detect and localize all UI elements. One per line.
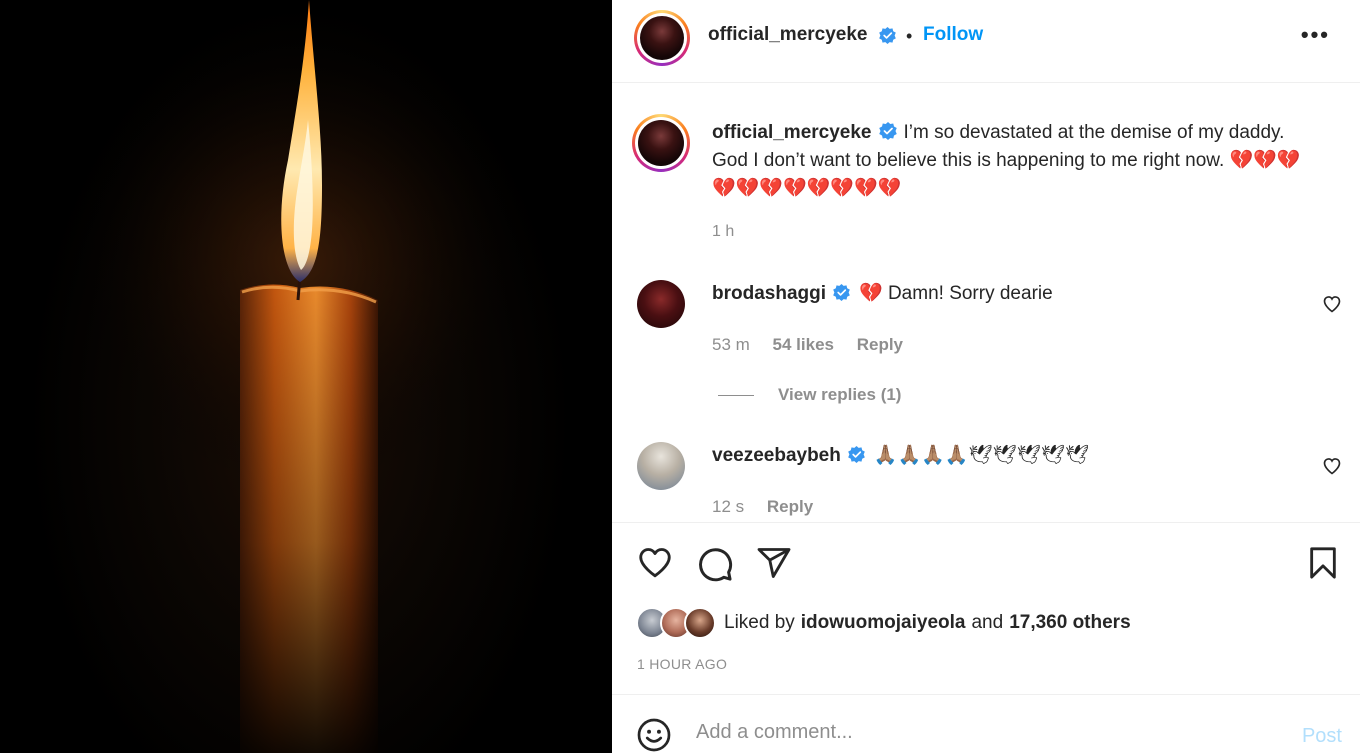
paper-plane-icon[interactable] [756,545,792,581]
post-actions: Liked by idowuomojaiyeola and 17,360 oth… [612,522,1360,694]
comment-likes-count[interactable]: 54 likes [773,335,834,354]
verified-badge-icon [878,122,897,140]
smiley-icon[interactable] [636,717,672,753]
heart-icon[interactable] [636,545,674,581]
liked-by-user[interactable]: idowuomojaiyeola [801,612,966,634]
view-replies-divider [718,395,754,397]
liked-by-prefix: Liked by [724,612,795,633]
caption-timestamp: 1 h [712,223,735,240]
post-timestamp[interactable]: 1 HOUR AGO [637,656,727,672]
commenter-avatar[interactable] [637,280,685,328]
comment-reply-button[interactable]: Reply [857,335,903,354]
post-detail-panel: official_mercyeke • Follow ••• official_… [612,0,1360,753]
comment-text: 🙏🏽🙏🏽🙏🏽🙏🏽🕊🕊🕊🕊🕊 [873,445,1090,466]
header-separator: • [906,26,913,46]
caption-author-avatar[interactable] [632,114,690,172]
follow-button[interactable]: Follow [923,24,983,46]
author-avatar[interactable] [634,10,690,66]
verified-badge-icon [833,283,850,302]
more-options-icon[interactable]: ••• [1301,22,1330,48]
comment-time: 53 m [712,335,750,354]
comment-time: 12 s [712,497,745,516]
liked-by-summary: Liked by idowuomojaiyeola and 17,360 oth… [636,607,1131,639]
add-comment-bar: Post [612,694,1360,753]
post-caption: official_mercyeke I’m so devastated at t… [712,119,1322,203]
comment-body: veezeebaybeh 🙏🏽🙏🏽🙏🏽🙏🏽🕊🕊🕊🕊🕊 [712,442,1089,470]
post-comment-button[interactable]: Post [1302,725,1342,748]
comment-meta: 53 m 54 likes Reply [712,335,921,355]
liker-avatar [684,607,716,639]
commenter-avatar[interactable] [637,442,685,490]
comment-meta: 12 s Reply [712,497,831,517]
author-username[interactable]: official_mercyeke [708,24,868,45]
verified-badge-icon [879,27,896,45]
comment-like-heart-icon[interactable] [1322,294,1342,314]
comment-reply-button[interactable]: Reply [767,497,813,516]
comment-input[interactable] [696,717,1256,747]
post-image-candle[interactable] [0,0,612,753]
commenter-username[interactable]: brodashaggi [712,283,826,304]
candle-illustration [0,0,612,753]
comment-text: 💔 Damn! Sorry dearie [859,283,1053,304]
bookmark-icon[interactable] [1306,545,1340,581]
liked-by-and: and [971,612,1004,633]
caption-username[interactable]: official_mercyeke [712,122,872,143]
post-header: official_mercyeke • Follow ••• [612,0,1360,83]
verified-badge-icon [848,445,865,464]
view-replies-button[interactable]: View replies (1) [718,385,901,405]
comment-icon[interactable] [696,545,734,583]
comment-body: brodashaggi 💔 Damn! Sorry dearie [712,280,1053,308]
commenter-username[interactable]: veezeebaybeh [712,445,841,466]
liked-by-others[interactable]: 17,360 others [1009,612,1130,634]
liked-by-avatars[interactable] [636,607,716,639]
comment-like-heart-icon[interactable] [1322,456,1342,476]
view-replies-label[interactable]: View replies (1) [778,385,901,404]
